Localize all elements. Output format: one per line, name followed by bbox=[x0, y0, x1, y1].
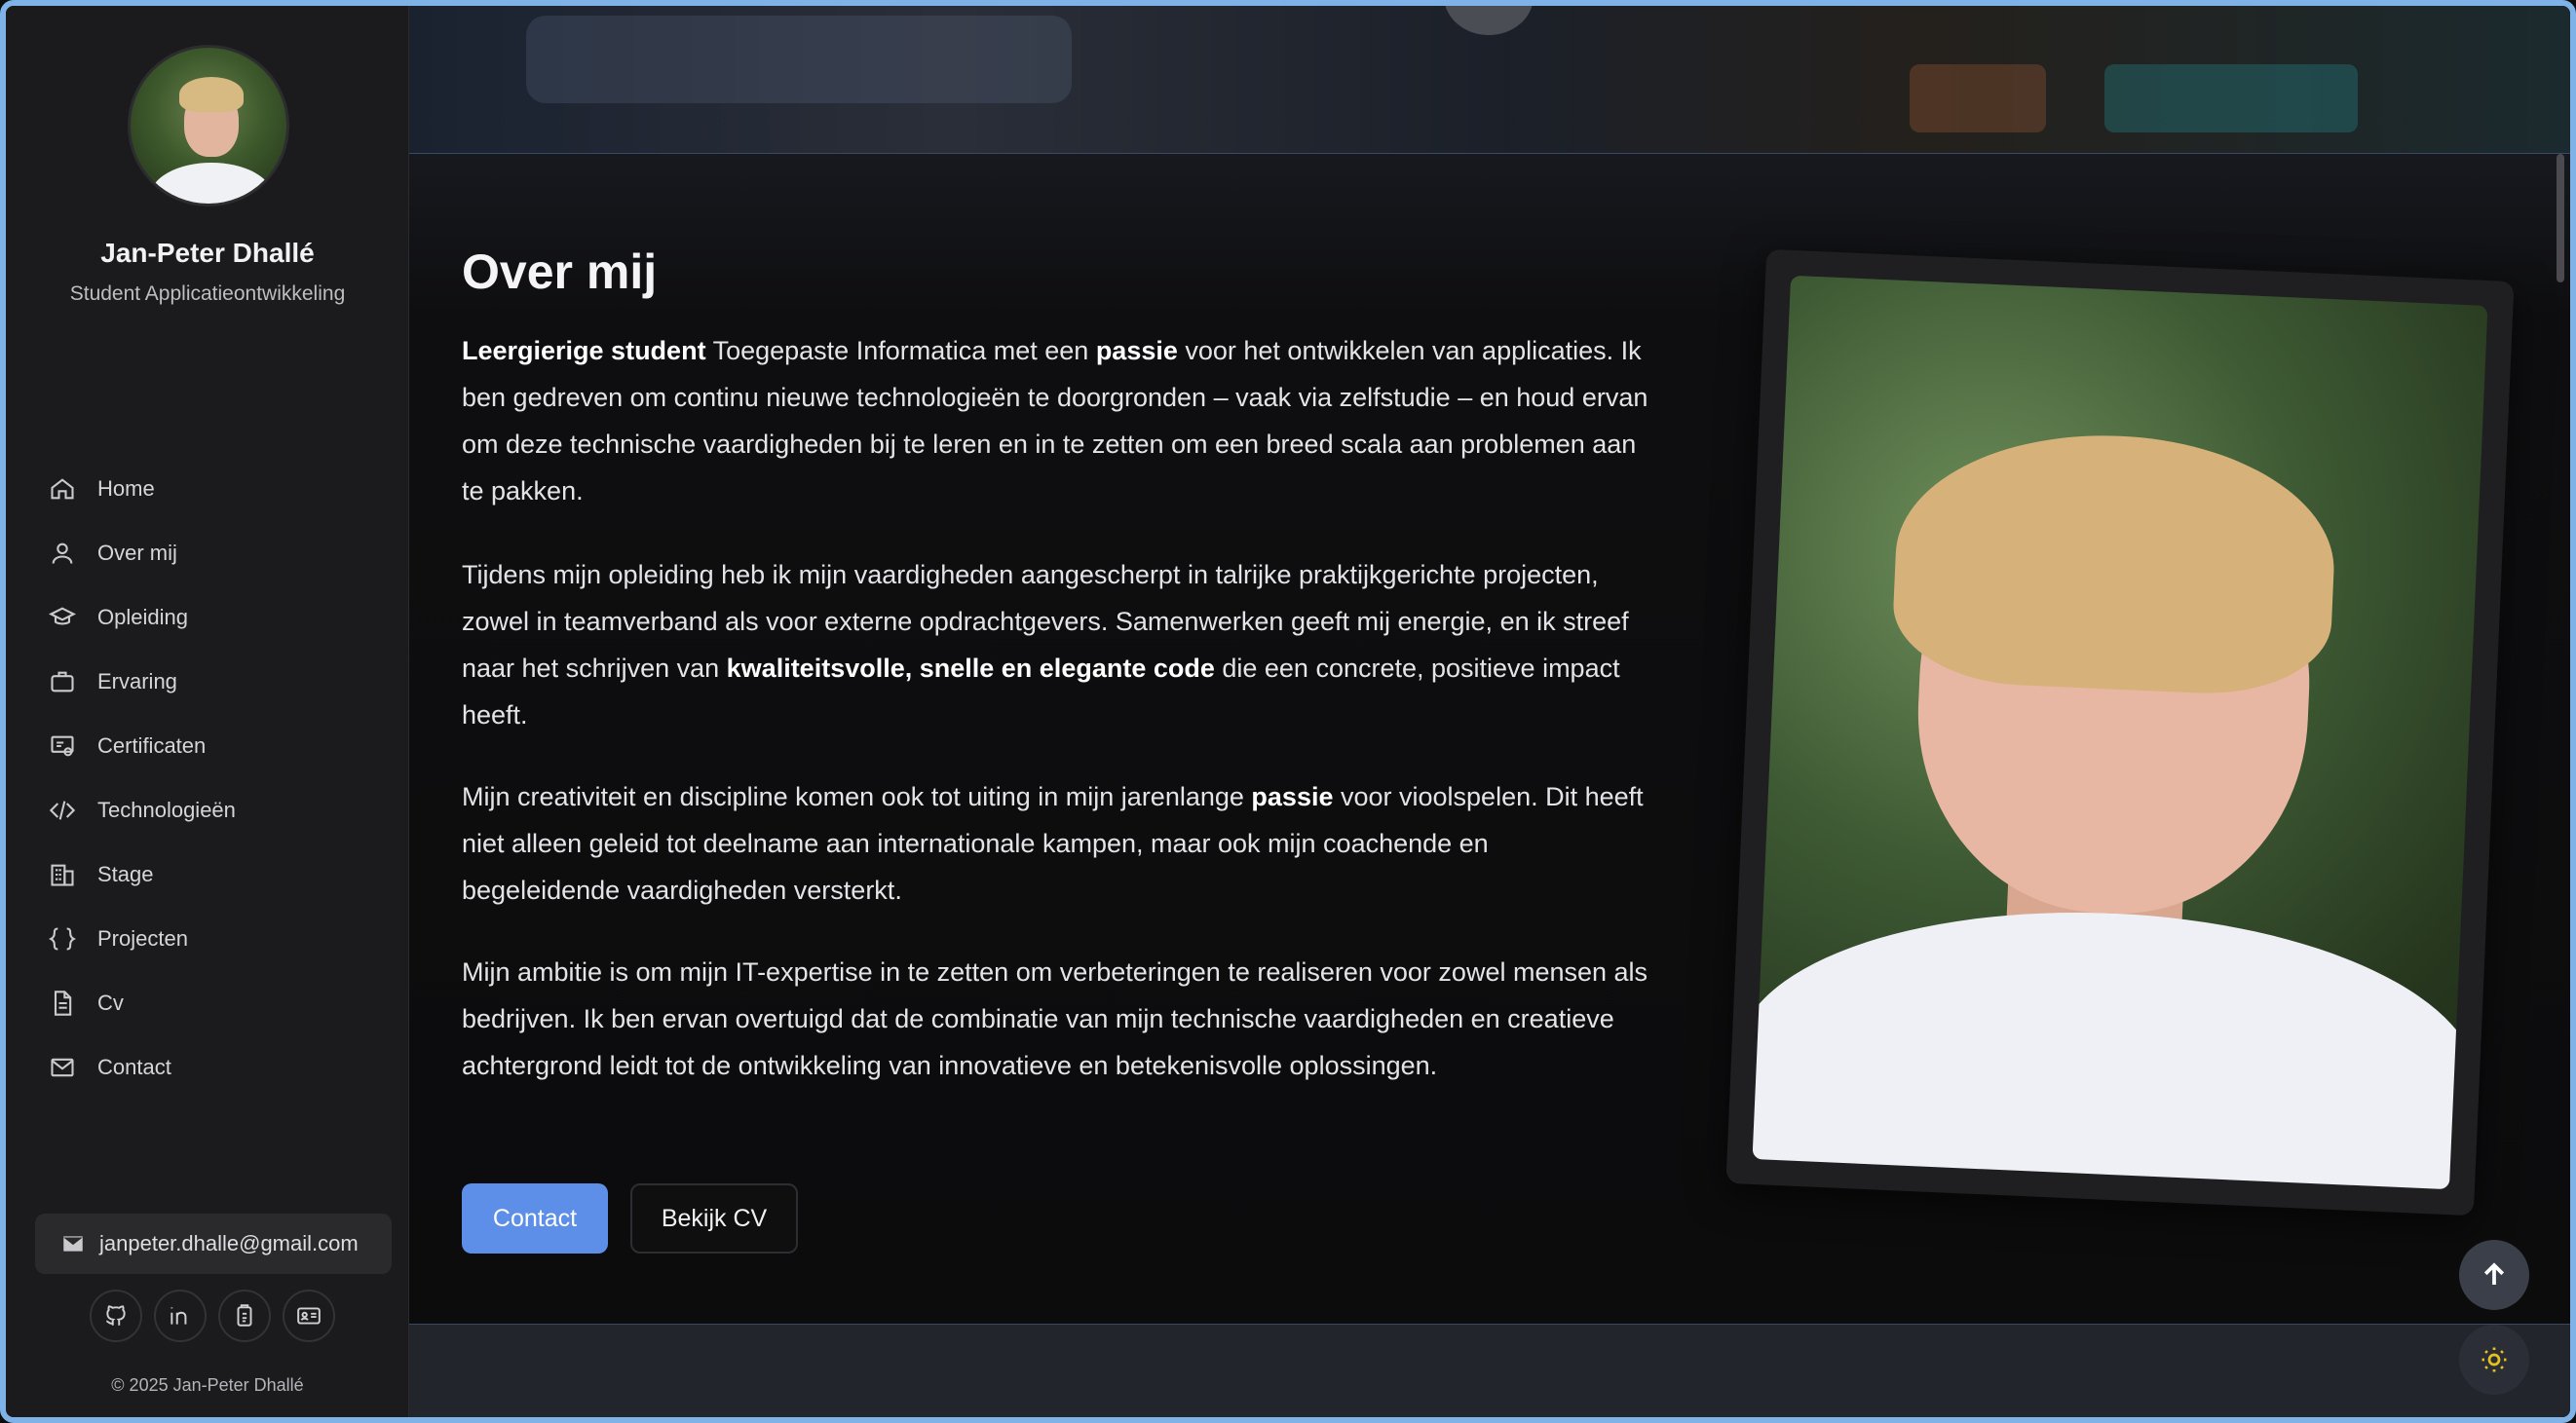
github-link[interactable] bbox=[90, 1290, 142, 1342]
sidebar-item-technologieen[interactable]: Technologieën bbox=[49, 778, 380, 843]
sidebar-item-opleiding[interactable]: Opleiding bbox=[49, 585, 380, 650]
id-card-icon bbox=[297, 1307, 321, 1325]
sidebar: Jan-Peter Dhallé Student Applicatieontwi… bbox=[6, 6, 409, 1417]
scroll-to-top-button[interactable] bbox=[2459, 1240, 2529, 1310]
sidebar-item-label: Ervaring bbox=[97, 669, 177, 693]
sidebar-nav: Home Over mij Opleiding Ervaring Certifi… bbox=[49, 457, 380, 1100]
social-links bbox=[90, 1290, 335, 1342]
linkedin-icon bbox=[170, 1307, 187, 1325]
sidebar-item-label: Stage bbox=[97, 862, 154, 886]
linkedin-link[interactable] bbox=[154, 1290, 207, 1342]
sidebar-item-label: Contact bbox=[97, 1055, 171, 1079]
code-icon bbox=[49, 801, 76, 820]
sidebar-item-contact[interactable]: Contact bbox=[49, 1035, 380, 1100]
email-address: janpeter.dhalle@gmail.com bbox=[99, 1231, 359, 1255]
view-cv-button[interactable]: Bekijk CV bbox=[630, 1183, 798, 1254]
graduation-cap-icon bbox=[49, 607, 76, 625]
certificate-icon bbox=[51, 735, 74, 757]
profile-photo bbox=[1752, 275, 2488, 1190]
badge-link[interactable] bbox=[218, 1290, 271, 1342]
home-icon bbox=[51, 478, 74, 500]
copyright: © 2025 Jan-Peter Dhallé bbox=[111, 1375, 304, 1395]
sidebar-item-over-mij[interactable]: Over mij bbox=[49, 521, 380, 585]
sidebar-item-label: Home bbox=[97, 476, 155, 501]
profile-role: Student Applicatieontwikkeling bbox=[69, 282, 346, 305]
arrow-up-icon bbox=[2483, 1262, 2505, 1285]
profile-photo-card bbox=[1725, 248, 2515, 1217]
browser-frame: Jan-Peter Dhallé Student Applicatieontwi… bbox=[0, 0, 2576, 1423]
clipboard-badge-icon bbox=[237, 1304, 252, 1327]
next-section bbox=[409, 1324, 2570, 1417]
user-icon bbox=[52, 543, 73, 564]
building-icon bbox=[51, 864, 74, 886]
sun-icon bbox=[2481, 1347, 2507, 1372]
page-title: Over mij bbox=[462, 244, 658, 299]
about-paragraph-1: Leergierige student Toegepaste Informati… bbox=[462, 336, 1648, 506]
about-paragraph-4: Mijn ambitie is om mijn IT-expertise in … bbox=[462, 957, 1648, 1080]
avatar bbox=[128, 45, 289, 206]
scrollbar[interactable] bbox=[2557, 154, 2564, 282]
briefcase-icon bbox=[51, 671, 74, 693]
sidebar-item-label: Certificaten bbox=[97, 733, 207, 758]
email-link[interactable]: janpeter.dhalle@gmail.com bbox=[35, 1214, 392, 1274]
theme-toggle-button[interactable] bbox=[2459, 1325, 2529, 1395]
contact-button[interactable]: Contact bbox=[462, 1183, 608, 1254]
about-paragraph-3: Mijn creativiteit en discipline komen oo… bbox=[462, 782, 1644, 905]
id-card-link[interactable] bbox=[283, 1290, 335, 1342]
sidebar-item-certificaten[interactable]: Certificaten bbox=[49, 714, 380, 778]
mail-icon bbox=[63, 1236, 83, 1252]
sidebar-item-label: Opleiding bbox=[97, 605, 188, 629]
about-paragraph-2: Tijdens mijn opleiding heb ik mijn vaard… bbox=[462, 560, 1629, 730]
sidebar-item-ervaring[interactable]: Ervaring bbox=[49, 650, 380, 714]
hero-banner bbox=[409, 6, 2570, 154]
sidebar-item-cv[interactable]: Cv bbox=[49, 971, 380, 1035]
sidebar-item-label: Technologieën bbox=[97, 798, 236, 822]
sidebar-item-label: Projecten bbox=[97, 926, 188, 951]
mail-icon bbox=[51, 1058, 74, 1077]
sidebar-item-projecten[interactable]: Projecten bbox=[49, 907, 380, 971]
sidebar-item-label: Over mij bbox=[97, 541, 177, 565]
github-icon bbox=[106, 1305, 126, 1326]
sidebar-item-label: Cv bbox=[97, 991, 124, 1015]
braces-icon bbox=[49, 927, 76, 951]
sidebar-item-home[interactable]: Home bbox=[49, 457, 380, 521]
document-icon bbox=[54, 991, 72, 1016]
sidebar-item-stage[interactable]: Stage bbox=[49, 843, 380, 907]
profile-name: Jan-Peter Dhallé bbox=[100, 238, 315, 268]
